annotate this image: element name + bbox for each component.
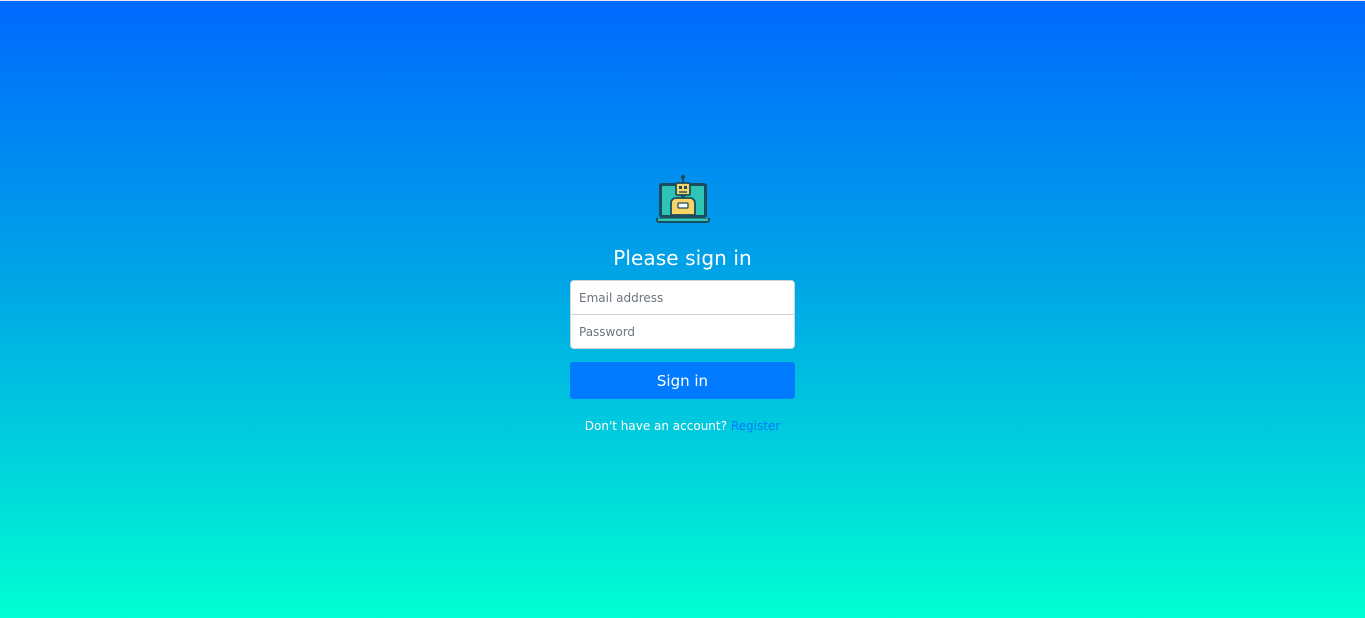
register-prompt: Don't have an account?: [584, 419, 727, 433]
robot-laptop-icon: [655, 174, 710, 223]
register-link[interactable]: Register: [731, 419, 780, 433]
page-title: Please sign in: [613, 246, 752, 270]
credentials-group: [570, 280, 795, 349]
signin-button[interactable]: Sign in: [570, 362, 795, 399]
password-field[interactable]: [571, 314, 794, 348]
register-prompt-line: Don't have an account? Register: [585, 419, 780, 433]
signin-form: Please sign in Sign in Don't have an acc…: [570, 173, 795, 433]
email-field[interactable]: [571, 281, 794, 314]
